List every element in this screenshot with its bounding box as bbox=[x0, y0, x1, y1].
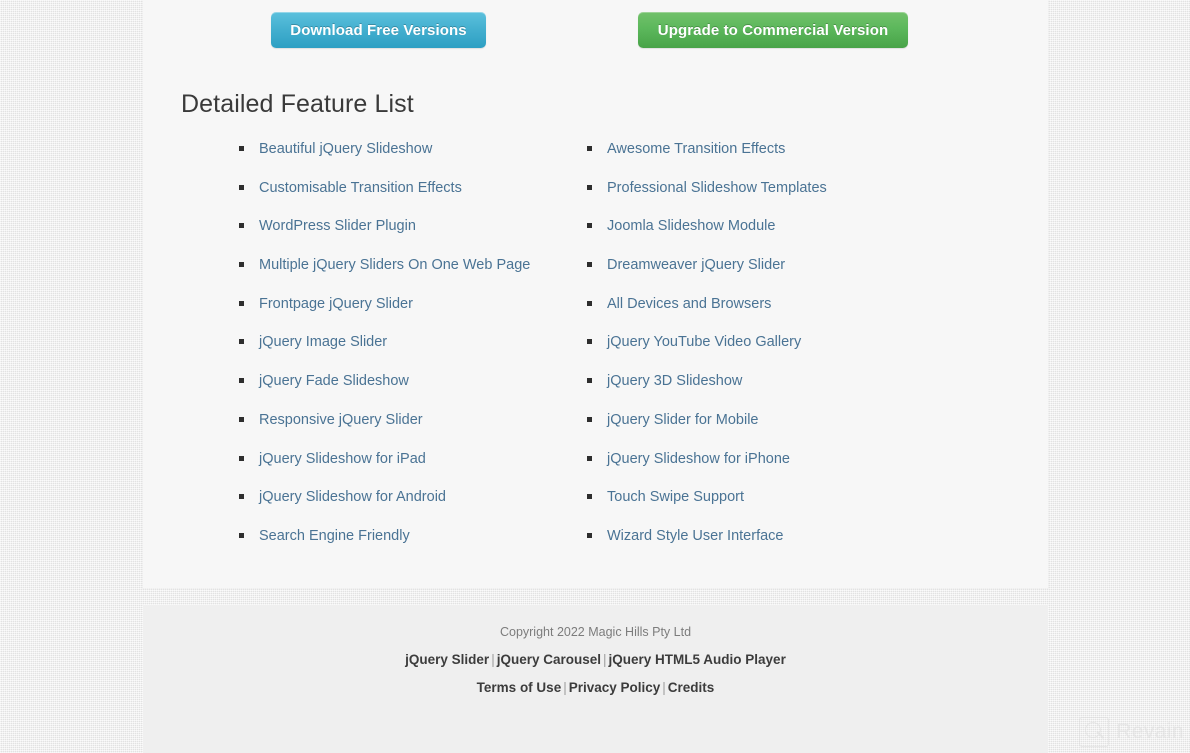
upgrade-to-commercial-version-button[interactable]: Upgrade to Commercial Version bbox=[638, 12, 908, 48]
list-item: Responsive jQuery Slider bbox=[239, 412, 587, 428]
list-item: Touch Swipe Support bbox=[587, 489, 935, 505]
footer-product-links: jQuery Slider | jQuery Carousel | jQuery HTM… bbox=[143, 652, 1048, 667]
bullet-square-icon bbox=[587, 223, 592, 229]
feature-link[interactable]: Awesome Transition Effects bbox=[607, 141, 785, 157]
feature-column-left: Beautiful jQuery Slideshow Customisable … bbox=[239, 141, 587, 567]
feature-link[interactable]: Responsive jQuery Slider bbox=[259, 412, 423, 428]
feature-link[interactable]: jQuery YouTube Video Gallery bbox=[607, 334, 801, 350]
list-item: Professional Slideshow Templates bbox=[587, 180, 935, 196]
feature-link[interactable]: Search Engine Friendly bbox=[259, 528, 410, 544]
cta-button-row: Download Free Versions Upgrade to Commer… bbox=[143, 0, 1048, 62]
feature-list-right: Awesome Transition Effects Professional … bbox=[587, 141, 935, 544]
content-panel: Download Free Versions Upgrade to Commer… bbox=[143, 0, 1048, 588]
bullet-square-icon bbox=[239, 455, 244, 461]
feature-link[interactable]: WordPress Slider Plugin bbox=[259, 218, 416, 234]
link-separator: | bbox=[563, 680, 567, 695]
link-separator: | bbox=[603, 652, 607, 667]
link-separator: | bbox=[662, 680, 666, 695]
feature-link[interactable]: jQuery Image Slider bbox=[259, 334, 387, 350]
list-item: Multiple jQuery Sliders On One Web Page bbox=[239, 257, 587, 273]
footer-link-privacy-policy[interactable]: Privacy Policy bbox=[569, 680, 661, 695]
feature-list-left: Beautiful jQuery Slideshow Customisable … bbox=[239, 141, 587, 544]
bullet-square-icon bbox=[239, 378, 244, 384]
download-free-versions-button[interactable]: Download Free Versions bbox=[271, 12, 486, 48]
list-item: Customisable Transition Effects bbox=[239, 180, 587, 196]
footer-link-jquery-carousel[interactable]: jQuery Carousel bbox=[497, 652, 601, 667]
revain-watermark: Revain bbox=[1079, 717, 1184, 747]
footer-link-jquery-slider[interactable]: jQuery Slider bbox=[405, 652, 489, 667]
feature-link[interactable]: Beautiful jQuery Slideshow bbox=[259, 141, 432, 157]
list-item: Wizard Style User Interface bbox=[587, 528, 935, 544]
bullet-square-icon bbox=[587, 378, 592, 384]
feature-column-right: Awesome Transition Effects Professional … bbox=[587, 141, 935, 567]
bullet-square-icon bbox=[587, 184, 592, 190]
list-item: jQuery 3D Slideshow bbox=[587, 373, 935, 389]
watermark-label: Revain bbox=[1116, 720, 1184, 743]
page-title: Detailed Feature List bbox=[181, 90, 414, 118]
feature-link[interactable]: Frontpage jQuery Slider bbox=[259, 296, 413, 312]
bullet-square-icon bbox=[239, 262, 244, 268]
copyright-text: Copyright 2022 Magic Hills Pty Ltd bbox=[499, 625, 692, 639]
feature-link[interactable]: jQuery Slider for Mobile bbox=[607, 412, 759, 428]
list-item: Dreamweaver jQuery Slider bbox=[587, 257, 935, 273]
bullet-square-icon bbox=[587, 339, 592, 345]
feature-link[interactable]: Professional Slideshow Templates bbox=[607, 180, 827, 196]
list-item: jQuery YouTube Video Gallery bbox=[587, 334, 935, 350]
list-item: WordPress Slider Plugin bbox=[239, 218, 587, 234]
feature-link[interactable]: Dreamweaver jQuery Slider bbox=[607, 257, 785, 273]
footer-link-credits[interactable]: Credits bbox=[668, 680, 715, 695]
list-item: Beautiful jQuery Slideshow bbox=[239, 141, 587, 157]
bullet-square-icon bbox=[587, 262, 592, 268]
bullet-square-icon bbox=[587, 532, 592, 538]
link-separator: | bbox=[491, 652, 495, 667]
bullet-square-icon bbox=[587, 455, 592, 461]
feature-link[interactable]: jQuery Fade Slideshow bbox=[259, 373, 409, 389]
page-wrapper: Download Free Versions Upgrade to Commer… bbox=[143, 0, 1048, 753]
bullet-square-icon bbox=[587, 146, 592, 151]
bullet-square-icon bbox=[239, 416, 244, 422]
list-item: jQuery Slideshow for iPhone bbox=[587, 451, 935, 467]
list-item: jQuery Image Slider bbox=[239, 334, 587, 350]
bullet-square-icon bbox=[239, 532, 244, 538]
bullet-square-icon bbox=[239, 146, 244, 151]
list-item: All Devices and Browsers bbox=[587, 296, 935, 312]
bullet-square-icon bbox=[587, 494, 592, 500]
footer-panel: Copyright 2022 Magic Hills Pty Ltd jQuer… bbox=[143, 605, 1048, 753]
bullet-square-icon bbox=[239, 223, 244, 229]
feature-link[interactable]: jQuery Slideshow for Android bbox=[259, 489, 446, 505]
bullet-square-icon bbox=[239, 494, 244, 500]
bullet-square-icon bbox=[239, 184, 244, 190]
list-item: Joomla Slideshow Module bbox=[587, 218, 935, 234]
list-item: jQuery Slider for Mobile bbox=[587, 412, 935, 428]
feature-link[interactable]: jQuery Slideshow for iPhone bbox=[607, 451, 790, 467]
feature-link[interactable]: jQuery Slideshow for iPad bbox=[259, 451, 426, 467]
feature-list-columns: Beautiful jQuery Slideshow Customisable … bbox=[143, 119, 1048, 567]
feature-link[interactable]: Joomla Slideshow Module bbox=[607, 218, 775, 234]
feature-link[interactable]: Customisable Transition Effects bbox=[259, 180, 462, 196]
footer-link-jquery-html5-audio-player[interactable]: jQuery HTML5 Audio Player bbox=[609, 652, 786, 667]
list-item: jQuery Fade Slideshow bbox=[239, 373, 587, 389]
list-item: Frontpage jQuery Slider bbox=[239, 296, 587, 312]
bullet-square-icon bbox=[239, 339, 244, 345]
list-item: jQuery Slideshow for iPad bbox=[239, 451, 587, 467]
bullet-square-icon bbox=[587, 300, 592, 306]
feature-link[interactable]: Multiple jQuery Sliders On One Web Page bbox=[259, 257, 530, 273]
bullet-square-icon bbox=[587, 416, 592, 422]
bullet-square-icon bbox=[239, 300, 244, 306]
list-item: jQuery Slideshow for Android bbox=[239, 489, 587, 505]
feature-link[interactable]: All Devices and Browsers bbox=[607, 296, 771, 312]
list-item: Awesome Transition Effects bbox=[587, 141, 935, 157]
footer-legal-links: Terms of Use | Privacy Policy | Credits bbox=[143, 680, 1048, 695]
feature-link[interactable]: Touch Swipe Support bbox=[607, 489, 744, 505]
feature-link[interactable]: Wizard Style User Interface bbox=[607, 528, 783, 544]
footer-link-terms-of-use[interactable]: Terms of Use bbox=[477, 680, 562, 695]
list-item: Search Engine Friendly bbox=[239, 528, 587, 544]
revain-logo-icon bbox=[1079, 717, 1110, 747]
feature-link[interactable]: jQuery 3D Slideshow bbox=[607, 373, 742, 389]
